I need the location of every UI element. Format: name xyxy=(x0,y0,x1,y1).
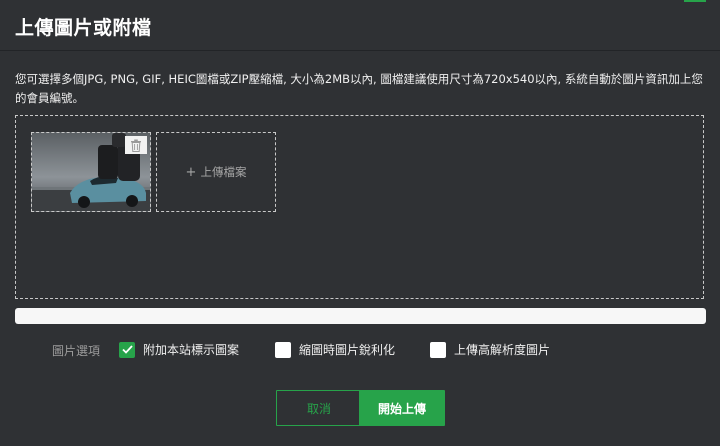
upload-progress-bar xyxy=(15,308,706,324)
checkmark-icon xyxy=(121,345,133,354)
upload-file-label: 上傳檔案 xyxy=(200,165,247,179)
high-resolution-checkbox[interactable] xyxy=(430,341,446,358)
option-add-watermark[interactable]: 附加本站標示圖案 xyxy=(119,341,239,358)
plus-icon: + xyxy=(185,164,197,180)
trash-icon xyxy=(131,139,141,152)
start-upload-button[interactable]: 開始上傳 xyxy=(359,390,445,426)
upload-dropzone[interactable]: + 上傳檔案 xyxy=(15,115,704,299)
uploaded-image-thumbnail[interactable] xyxy=(31,132,151,212)
add-watermark-checkbox[interactable] xyxy=(119,341,135,358)
dialog-title: 上傳圖片或附檔 xyxy=(15,17,152,39)
title-divider xyxy=(0,50,720,51)
top-accent-bar xyxy=(684,0,706,2)
upload-file-button[interactable]: + 上傳檔案 xyxy=(156,132,276,212)
cancel-button[interactable]: 取消 xyxy=(276,390,362,426)
sharpen-thumbnail-label: 縮圖時圖片銳利化 xyxy=(299,343,396,357)
image-options-label: 圖片選項 xyxy=(52,344,101,358)
option-high-resolution[interactable]: 上傳高解析度圖片 xyxy=(430,341,550,358)
sharpen-thumbnail-checkbox[interactable] xyxy=(275,341,291,358)
add-watermark-label: 附加本站標示圖案 xyxy=(143,343,240,357)
high-resolution-label: 上傳高解析度圖片 xyxy=(454,343,551,357)
option-sharpen-thumbnail[interactable]: 縮圖時圖片銳利化 xyxy=(275,341,395,358)
upload-instructions: 您可選擇多個JPG, PNG, GIF, HEIC圖檔或ZIP壓縮檔, 大小為2… xyxy=(15,72,703,105)
delete-image-button[interactable] xyxy=(125,136,147,154)
